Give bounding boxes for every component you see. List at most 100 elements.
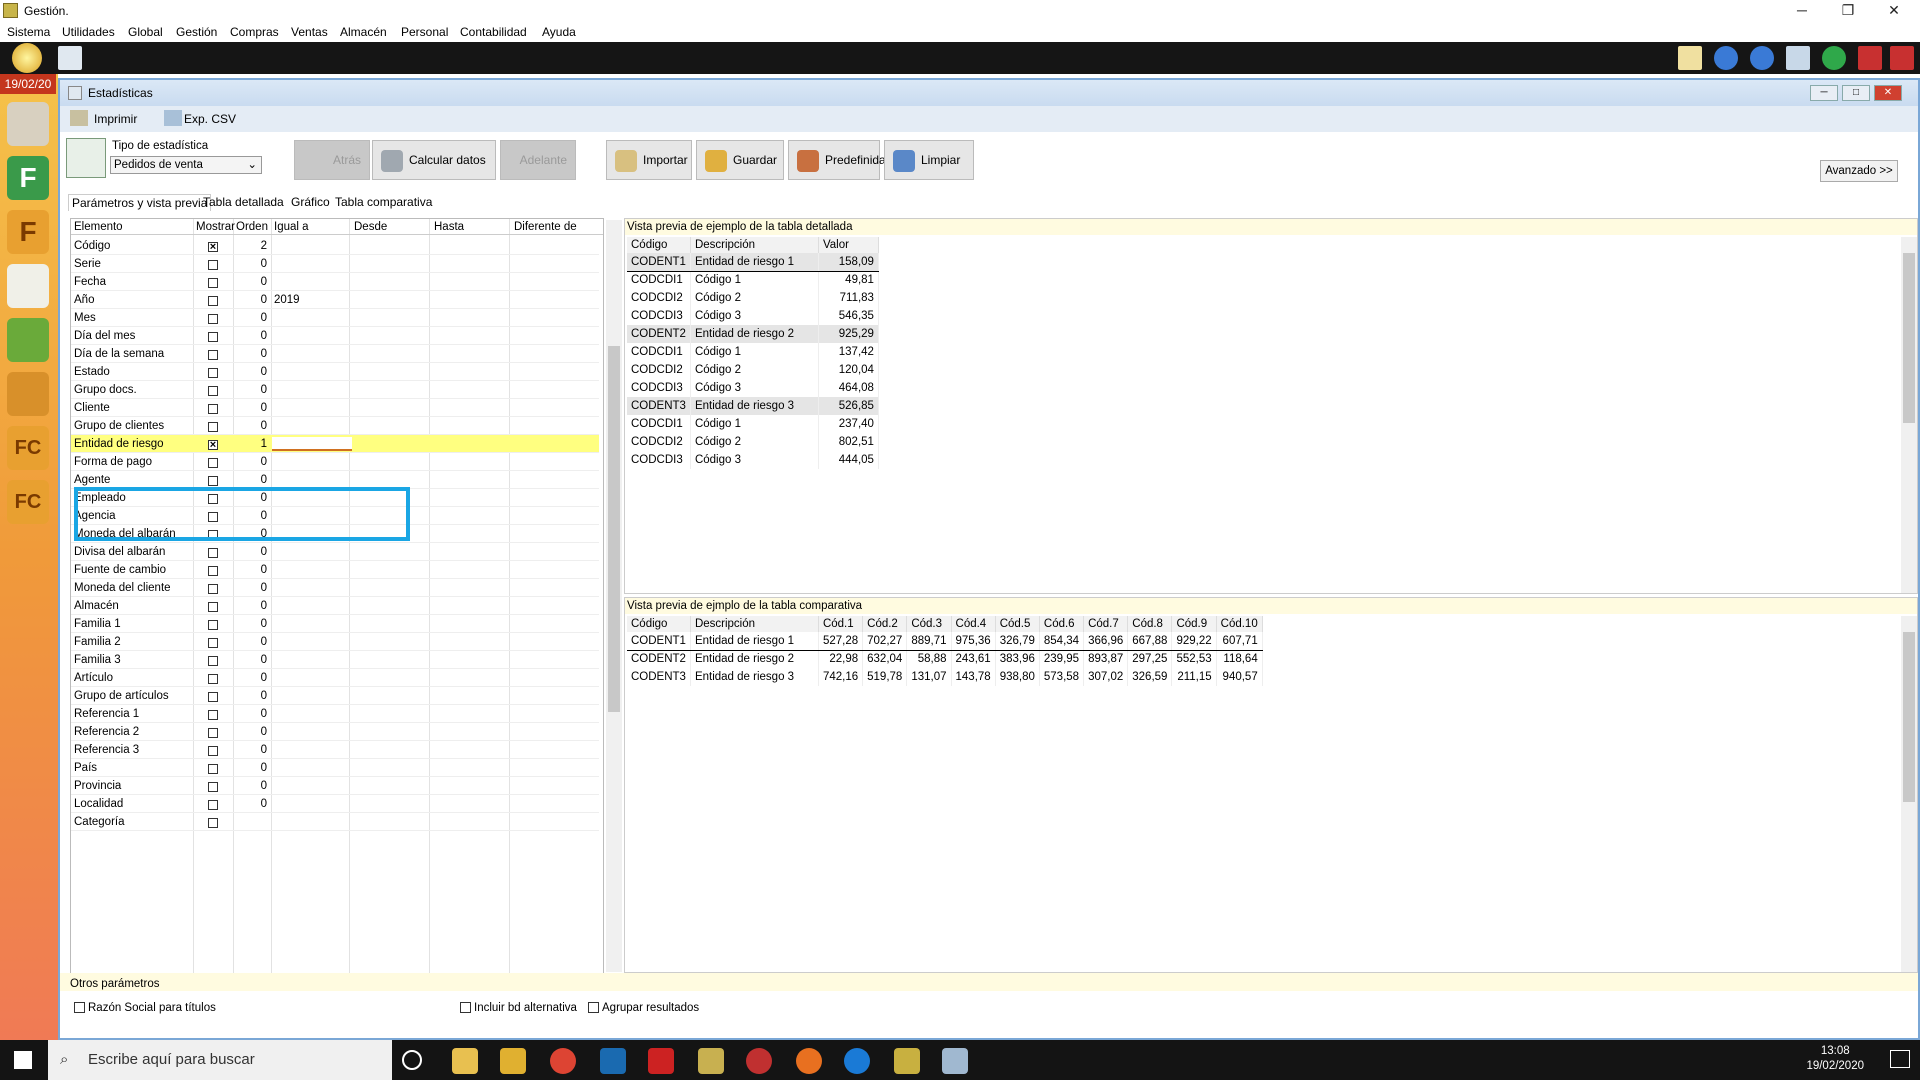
order-cell[interactable]: 0 bbox=[251, 453, 267, 471]
child-close-button[interactable]: ✕ bbox=[1874, 85, 1902, 101]
order-cell[interactable]: 0 bbox=[251, 309, 267, 327]
order-cell[interactable]: 0 bbox=[251, 723, 267, 741]
show-checkbox[interactable] bbox=[208, 476, 218, 486]
param-row[interactable]: Familia 2 0 bbox=[71, 633, 599, 651]
fc-orange-icon[interactable]: FC bbox=[7, 426, 49, 470]
preview-header-cell[interactable]: Cód.1 bbox=[818, 616, 864, 632]
chrome-icon[interactable] bbox=[550, 1048, 576, 1074]
order-cell[interactable]: 0 bbox=[251, 687, 267, 705]
detailed-scrollbar[interactable] bbox=[1901, 237, 1917, 593]
order-cell[interactable]: 0 bbox=[251, 597, 267, 615]
photoshop-icon[interactable] bbox=[600, 1048, 626, 1074]
users-icon[interactable] bbox=[7, 102, 49, 146]
scroll-thumb[interactable] bbox=[1903, 632, 1915, 802]
forward-arrow-icon[interactable] bbox=[1750, 46, 1774, 70]
exit-icon[interactable] bbox=[1890, 46, 1914, 70]
back-arrow-icon[interactable] bbox=[1714, 46, 1738, 70]
param-row[interactable]: Referencia 3 0 bbox=[71, 741, 599, 759]
checkbox-box[interactable] bbox=[74, 1002, 85, 1014]
param-row[interactable]: Estado 0 bbox=[71, 363, 599, 381]
order-cell[interactable]: 0 bbox=[251, 633, 267, 651]
show-checkbox[interactable] bbox=[208, 584, 218, 594]
show-checkbox[interactable] bbox=[208, 368, 218, 378]
show-checkbox[interactable] bbox=[208, 314, 218, 324]
list-icon[interactable] bbox=[7, 264, 49, 308]
show-checkbox[interactable] bbox=[208, 458, 218, 468]
header-igual[interactable]: Igual a bbox=[274, 219, 309, 235]
menu-ayuda[interactable]: Ayuda bbox=[542, 25, 576, 39]
minimize-button[interactable]: ─ bbox=[1780, 0, 1824, 22]
show-checkbox[interactable] bbox=[208, 746, 218, 756]
home-orb-icon[interactable] bbox=[12, 43, 42, 73]
param-row[interactable]: Grupo de clientes 0 bbox=[71, 417, 599, 435]
menu-contabilidad[interactable]: Contabilidad bbox=[460, 25, 527, 39]
order-cell[interactable]: 0 bbox=[251, 543, 267, 561]
order-cell[interactable]: 0 bbox=[251, 255, 267, 273]
child-maximize-button[interactable]: □ bbox=[1842, 85, 1870, 101]
chart-icon[interactable] bbox=[58, 46, 82, 70]
param-row[interactable]: Entidad de riesgo × 1 bbox=[71, 435, 599, 453]
export-csv-button[interactable]: Exp. CSV bbox=[184, 112, 236, 126]
param-row[interactable]: Referencia 1 0 bbox=[71, 705, 599, 723]
order-cell[interactable]: 0 bbox=[251, 579, 267, 597]
close-window-icon[interactable] bbox=[1858, 46, 1882, 70]
param-row[interactable]: Familia 1 0 bbox=[71, 615, 599, 633]
order-cell[interactable]: 0 bbox=[251, 327, 267, 345]
order-cell[interactable]: 2 bbox=[251, 237, 267, 255]
preview-header-cell[interactable]: Cód.5 bbox=[995, 616, 1040, 632]
preview-header-cell[interactable]: Valor bbox=[818, 237, 879, 253]
order-cell[interactable]: 0 bbox=[251, 705, 267, 723]
menu-personal[interactable]: Personal bbox=[401, 25, 448, 39]
clear-button[interactable]: Limpiar bbox=[884, 140, 974, 180]
import-button[interactable]: Importar bbox=[606, 140, 692, 180]
param-row[interactable]: Artículo 0 bbox=[71, 669, 599, 687]
green-bag-icon[interactable] bbox=[7, 318, 49, 362]
tab-parameters[interactable]: Parámetros y vista previa bbox=[68, 194, 212, 211]
param-row[interactable]: Almacén 0 bbox=[71, 597, 599, 615]
param-row[interactable]: Código × 2 bbox=[71, 237, 599, 255]
param-row[interactable]: Grupo docs. 0 bbox=[71, 381, 599, 399]
preview-header-cell[interactable]: Cód.6 bbox=[1039, 616, 1085, 632]
preview-header-cell[interactable]: Cód.2 bbox=[862, 616, 908, 632]
show-checkbox[interactable] bbox=[208, 566, 218, 576]
param-row[interactable]: Familia 3 0 bbox=[71, 651, 599, 669]
green-f-icon[interactable]: F bbox=[7, 156, 49, 200]
scroll-thumb[interactable] bbox=[608, 346, 620, 712]
tab-detailed[interactable]: Tabla detallada bbox=[200, 194, 287, 210]
order-cell[interactable]: 0 bbox=[251, 399, 267, 417]
fc-green-icon[interactable]: FC bbox=[7, 480, 49, 524]
predefined-button[interactable]: Predefinidas bbox=[788, 140, 892, 180]
param-row[interactable]: Grupo de artículos 0 bbox=[71, 687, 599, 705]
order-cell[interactable]: 0 bbox=[251, 561, 267, 579]
show-checkbox[interactable] bbox=[208, 800, 218, 810]
equal-cell[interactable]: 2019 bbox=[274, 291, 300, 309]
param-row[interactable]: Referencia 2 0 bbox=[71, 723, 599, 741]
header-orden[interactable]: Orden bbox=[236, 219, 268, 235]
param-row[interactable]: Fuente de cambio 0 bbox=[71, 561, 599, 579]
header-hasta[interactable]: Hasta bbox=[434, 219, 464, 235]
menu-ventas[interactable]: Ventas bbox=[291, 25, 328, 39]
order-cell[interactable]: 0 bbox=[251, 363, 267, 381]
order-cell[interactable]: 0 bbox=[251, 651, 267, 669]
menu-almacen[interactable]: Almacén bbox=[340, 25, 387, 39]
order-cell[interactable]: 0 bbox=[251, 381, 267, 399]
preview-header-cell[interactable]: Cód.7 bbox=[1083, 616, 1129, 632]
window-app-icon[interactable] bbox=[942, 1048, 968, 1074]
order-cell[interactable]: 0 bbox=[251, 669, 267, 687]
advanced-button[interactable]: Avanzado >> bbox=[1820, 160, 1898, 182]
menu-global[interactable]: Global bbox=[128, 25, 163, 39]
checkbox-box[interactable] bbox=[460, 1002, 471, 1014]
param-row[interactable]: Año 0 2019 bbox=[71, 291, 599, 309]
explorer-icon[interactable] bbox=[500, 1048, 526, 1074]
show-checkbox[interactable] bbox=[208, 764, 218, 774]
param-row[interactable]: Localidad 0 bbox=[71, 795, 599, 813]
mail-icon[interactable] bbox=[1678, 46, 1702, 70]
header-elemento[interactable]: Elemento bbox=[74, 219, 123, 235]
forward-button[interactable]: Adelante bbox=[500, 140, 576, 180]
orange-f-icon[interactable]: F bbox=[7, 210, 49, 254]
edge-icon[interactable] bbox=[844, 1048, 870, 1074]
param-row[interactable]: Serie 0 bbox=[71, 255, 599, 273]
print-button[interactable]: Imprimir bbox=[94, 112, 137, 126]
preview-header-cell[interactable]: Descripción bbox=[690, 237, 819, 253]
param-row[interactable]: Mes 0 bbox=[71, 309, 599, 327]
